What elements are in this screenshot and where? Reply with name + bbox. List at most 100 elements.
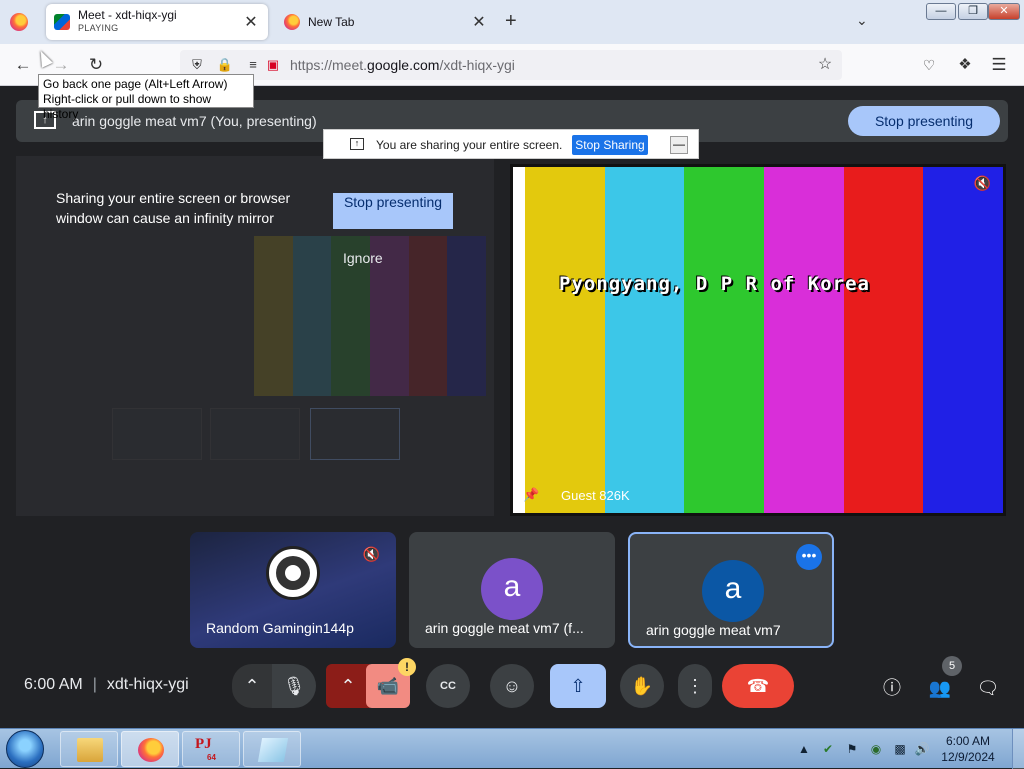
- taskbar-time: 6:00 AM: [945, 734, 991, 748]
- more-vert-icon[interactable]: ⋮: [678, 664, 712, 708]
- participant-name: Random Gamingin144p: [206, 620, 354, 636]
- meeting-info: 6:00 AM | xdt-hiqx-ygi: [24, 676, 189, 694]
- participant-tile[interactable]: 🔇 Random Gamingin144p: [190, 532, 396, 648]
- tab-new-tab[interactable]: New Tab ✕: [276, 4, 496, 40]
- lock-icon[interactable]: 🔒: [216, 56, 234, 74]
- network-icon[interactable]: ▩: [892, 742, 908, 756]
- audio-options-button[interactable]: ⌃: [232, 664, 272, 708]
- extensions-icon[interactable]: ❖: [954, 54, 976, 76]
- mic-icon[interactable]: 🎙: [272, 664, 316, 708]
- color-bar: [524, 167, 605, 513]
- action-center-icon[interactable]: ⚑: [844, 742, 860, 756]
- notepad-icon: [257, 738, 289, 762]
- shield-icon[interactable]: ⛨: [188, 56, 206, 74]
- infinity-mirror-warning: Sharing your entire screen or browser wi…: [56, 190, 291, 226]
- color-bar: [513, 167, 525, 513]
- chat-icon[interactable]: 🗨: [976, 676, 1000, 700]
- pj64-sub: 64: [207, 753, 216, 762]
- clock-time: 6:00 AM: [24, 676, 83, 693]
- meeting-code: xdt-hiqx-ygi: [106, 676, 189, 693]
- tab-close-icon[interactable]: ✕: [242, 12, 260, 32]
- tab-close-icon[interactable]: ✕: [470, 12, 488, 32]
- pocket-icon[interactable]: ♡: [918, 54, 940, 76]
- color-bar: [763, 167, 844, 513]
- tab-title: Meet - xdt-hiqx-ygi: [78, 9, 177, 22]
- people-count-badge: 5: [942, 656, 962, 676]
- present-icon[interactable]: ⇧: [550, 664, 606, 708]
- participant-tile[interactable]: a arin goggle meat vm7 (f...: [409, 532, 615, 648]
- start-button[interactable]: [6, 730, 44, 768]
- forward-icon[interactable]: →: [50, 54, 72, 76]
- folder-icon: [77, 738, 103, 762]
- taskbar-date: 12/9/2024: [941, 750, 995, 764]
- taskbar-explorer[interactable]: [60, 731, 118, 767]
- hide-notification-button[interactable]: —: [670, 136, 688, 154]
- firefox-icon[interactable]: [10, 13, 28, 31]
- color-bar: [684, 167, 764, 513]
- taskbar-clock[interactable]: 6:00 AM 12/9/2024: [936, 733, 1000, 765]
- minimize-button[interactable]: —: [926, 3, 956, 20]
- url-bar[interactable]: ⛨ 🔒 ≡ ▣ https://meet.google.com/xdt-hiqx…: [180, 50, 842, 80]
- color-bar: [604, 167, 685, 513]
- hand-icon[interactable]: ✋: [620, 664, 664, 708]
- firefox-favicon-icon: [284, 14, 300, 30]
- share-indicator-icon[interactable]: ▣: [264, 56, 282, 74]
- tab-meet[interactable]: Meet - xdt-hiqx-ygi PLAYING ✕: [46, 4, 268, 40]
- restore-button[interactable]: ❐: [958, 3, 988, 20]
- share-screen-icon: ↑: [350, 138, 364, 150]
- color-bar: [923, 167, 1003, 513]
- tooltip-line: Go back one page (Alt+Left Arrow): [43, 77, 228, 91]
- new-tab-button[interactable]: +: [505, 10, 517, 33]
- avatar: a: [702, 560, 764, 622]
- stop-presenting-button[interactable]: Stop presenting: [848, 106, 1000, 136]
- participant-tile-self[interactable]: a ••• arin goggle meat vm7: [628, 532, 834, 648]
- url-prefix: https://meet.: [290, 57, 368, 73]
- bookmark-star-icon[interactable]: ☆: [816, 56, 834, 74]
- obs-logo-icon: [266, 546, 320, 600]
- back-icon[interactable]: ←: [12, 54, 34, 76]
- url-domain: google.com: [367, 57, 440, 73]
- participant-name: Guest 826K: [561, 488, 630, 503]
- url-path: /xdt-hiqx-ygi: [439, 57, 515, 73]
- mic-off-icon: 🔇: [973, 175, 991, 191]
- volume-icon[interactable]: 🔊: [914, 742, 930, 756]
- leave-call-icon[interactable]: ☎: [722, 664, 794, 708]
- stop-sharing-button[interactable]: Stop Sharing: [572, 135, 648, 155]
- taskbar-firefox[interactable]: [121, 731, 179, 767]
- tab-bar: Meet - xdt-hiqx-ygi PLAYING ✕ New Tab ✕ …: [0, 0, 1024, 44]
- list-all-tabs-button[interactable]: ⌄: [856, 12, 868, 29]
- meet-favicon-icon: [54, 14, 70, 30]
- more-options-button[interactable]: •••: [796, 544, 822, 570]
- ignore-button[interactable]: Ignore: [343, 250, 383, 266]
- emoji-icon[interactable]: ☺: [490, 664, 534, 708]
- pj64-icon: PJ: [195, 736, 212, 752]
- show-desktop-button[interactable]: [1012, 729, 1024, 769]
- self-presentation-tile: Sharing your entire screen or browser wi…: [16, 156, 494, 516]
- tooltip-line: Right-click or pull down to show history: [43, 92, 212, 121]
- close-window-button[interactable]: ✕: [988, 3, 1020, 20]
- captions-icon[interactable]: CC: [426, 664, 470, 708]
- participant-name: arin goggle meat vm7: [646, 622, 781, 638]
- network-globe-icon[interactable]: ◉: [868, 742, 884, 756]
- color-bar: [843, 167, 924, 513]
- guest-video-tile[interactable]: Pyongyang, D P R of Korea 📌 Guest 826K 🔇: [510, 164, 1006, 516]
- info-icon[interactable]: ⓘ: [880, 676, 904, 700]
- video-options-button[interactable]: ⌃: [326, 664, 370, 708]
- warning-stop-presenting-button[interactable]: Stop presenting: [333, 193, 453, 229]
- url-text[interactable]: https://meet.google.com/xdt-hiqx-ygi: [290, 57, 515, 73]
- reload-icon[interactable]: ↻: [85, 54, 107, 76]
- meet-call-area: ↑ arin goggle meat vm7 (You, presenting)…: [0, 86, 1024, 728]
- participant-name: arin goggle meat vm7 (f...: [425, 620, 584, 636]
- taskbar-pj64[interactable]: PJ 64: [182, 731, 240, 767]
- taskbar-notepad[interactable]: [243, 731, 301, 767]
- permissions-icon[interactable]: ≡: [244, 56, 262, 74]
- avatar: a: [481, 558, 543, 620]
- screen-share-notification: ↑ You are sharing your entire screen. St…: [323, 129, 699, 159]
- tray-expand-icon[interactable]: ▲: [796, 742, 812, 756]
- pin-icon[interactable]: 📌: [523, 487, 539, 503]
- mic-off-icon: 🔇: [362, 546, 380, 562]
- menu-icon[interactable]: ☰: [988, 54, 1010, 76]
- security-icon[interactable]: ✔: [820, 742, 836, 756]
- tab-title: New Tab: [308, 15, 355, 29]
- people-icon[interactable]: 👥: [928, 676, 952, 700]
